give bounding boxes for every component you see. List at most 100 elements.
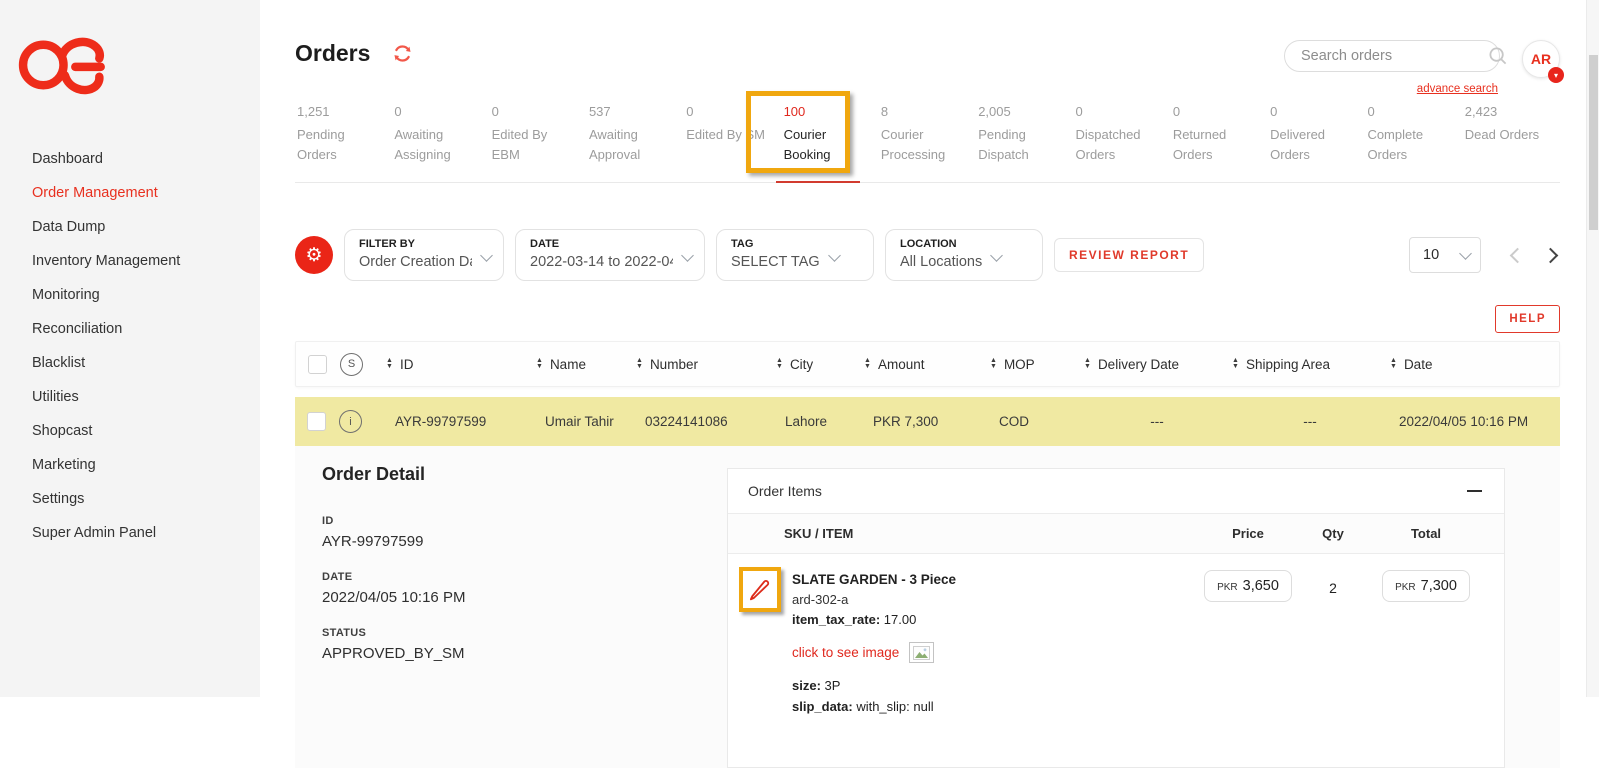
column-header-mop[interactable]: MOP	[1004, 357, 1035, 372]
sidebar-item-monitoring[interactable]: Monitoring	[0, 278, 260, 312]
location-dropdown[interactable]: LOCATION All Locations	[885, 229, 1043, 281]
sidebar-item-blacklist[interactable]: Blacklist	[0, 346, 260, 380]
edit-pencil-icon[interactable]	[746, 576, 772, 607]
tag-dropdown[interactable]: TAG SELECT TAG	[716, 229, 874, 281]
order-items-title: Order Items	[748, 483, 822, 499]
topbar: Orders	[295, 40, 1560, 78]
collapse-minus-icon[interactable]	[1467, 490, 1482, 493]
tab-pending-dispatch[interactable]: 2,005 Pending Dispatch	[976, 96, 1073, 182]
currency-label: PKR	[1217, 582, 1238, 593]
filter-by-dropdown[interactable]: FILTER BY Order Creation Da	[344, 229, 504, 281]
tab-delivered-orders[interactable]: 0 Delivered Orders	[1268, 96, 1365, 182]
order-items-header: SKU / ITEM Price Qty Total	[728, 514, 1504, 554]
click-to-see-image-link[interactable]: click to see image	[792, 645, 899, 660]
field-label: STATUS	[322, 627, 727, 639]
sidebar-item-reconciliation[interactable]: Reconciliation	[0, 312, 260, 346]
date-range-dropdown[interactable]: DATE 2022-03-14 to 2022-04-12	[515, 229, 705, 281]
cell-city: Lahore	[775, 414, 863, 429]
sort-icon[interactable]: ▲▼	[386, 358, 393, 370]
sort-icon[interactable]: ▲▼	[1232, 358, 1239, 370]
chevron-down-icon	[990, 249, 1003, 262]
field-label: ID	[322, 515, 727, 527]
tab-courier-booking[interactable]: 100 Courier Booking	[782, 96, 879, 182]
refresh-icon[interactable]	[392, 43, 413, 69]
tab-dead-orders[interactable]: 2,423 Dead Orders	[1463, 96, 1560, 182]
sort-icon[interactable]: ▲▼	[1084, 358, 1091, 370]
sort-icon[interactable]: ▲▼	[536, 358, 543, 370]
sidebar-item-marketing[interactable]: Marketing	[0, 448, 260, 482]
column-header-shipping-area[interactable]: Shipping Area	[1246, 357, 1330, 372]
sidebar-item-settings[interactable]: Settings	[0, 482, 260, 516]
sort-icon[interactable]: ▲▼	[1390, 358, 1397, 370]
sidebar-item-order-management[interactable]: Order Management	[0, 176, 260, 210]
tab-courier-processing[interactable]: 8 Courier Processing	[879, 96, 976, 182]
tab-edited-by-ebm[interactable]: 0 Edited By EBM	[490, 96, 587, 182]
search-input[interactable]	[1301, 48, 1488, 64]
column-header-delivery-date[interactable]: Delivery Date	[1098, 357, 1179, 372]
tab-label: Edited By SM	[686, 125, 768, 145]
review-report-button[interactable]: REVIEW REPORT	[1054, 238, 1204, 272]
info-icon[interactable]: i	[339, 410, 362, 433]
item-price: PKR 3,650	[1204, 570, 1292, 602]
column-header-name[interactable]: Name	[550, 357, 586, 372]
status-tabs: 1,251 Pending Orders 0 Awaiting Assignin…	[295, 96, 1560, 183]
sidebar-item-shopcast[interactable]: Shopcast	[0, 414, 260, 448]
pagination	[1512, 250, 1556, 261]
cell-name: Umair Tahir	[535, 414, 635, 429]
filter-label: FILTER BY	[359, 238, 472, 250]
tab-awaiting-approval[interactable]: 537 Awaiting Approval	[587, 96, 684, 182]
select-all-checkbox[interactable]	[308, 355, 327, 374]
scrollbar-thumb[interactable]	[1589, 55, 1598, 230]
advance-search-link[interactable]: advance search	[1417, 83, 1498, 95]
sidebar-item-utilities[interactable]: Utilities	[0, 380, 260, 414]
tab-count: 8	[881, 104, 972, 119]
prev-page-icon[interactable]	[1510, 247, 1526, 263]
gear-icon[interactable]: ⚙	[295, 236, 333, 274]
item-sku: ard-302-a	[792, 592, 1192, 607]
tab-label: Delivered Orders	[1270, 125, 1352, 164]
tab-returned-orders[interactable]: 0 Returned Orders	[1171, 96, 1268, 182]
sidebar-item-data-dump[interactable]: Data Dump	[0, 210, 260, 244]
row-checkbox[interactable]	[307, 412, 326, 431]
sidebar-item-inventory-management[interactable]: Inventory Management	[0, 244, 260, 278]
image-icon[interactable]	[909, 642, 934, 663]
tab-pending-orders[interactable]: 1,251 Pending Orders	[295, 96, 392, 182]
page-size-value: 10	[1423, 247, 1439, 263]
vertical-scrollbar[interactable]	[1586, 0, 1599, 697]
tab-count: 0	[1367, 104, 1458, 119]
chevron-down-icon	[828, 249, 841, 262]
column-header-number[interactable]: Number	[650, 357, 698, 372]
column-header-amount[interactable]: Amount	[878, 357, 925, 372]
item-slip-label: slip_data:	[792, 699, 853, 714]
search-icon[interactable]	[1488, 46, 1508, 66]
tab-complete-orders[interactable]: 0 Complete Orders	[1365, 96, 1462, 182]
sort-icon[interactable]: ▲▼	[864, 358, 871, 370]
item-qty: 2	[1329, 568, 1337, 596]
tab-label: Dead Orders	[1465, 125, 1547, 145]
cell-mop: COD	[989, 414, 1083, 429]
item-size-label: size:	[792, 678, 821, 693]
sidebar-item-dashboard[interactable]: Dashboard	[0, 142, 260, 176]
filter-value: 2022-03-14 to 2022-04-12	[530, 254, 673, 270]
help-row: HELP	[295, 305, 1560, 333]
cell-delivery-date: ---	[1083, 414, 1231, 429]
tab-count: 2,423	[1465, 104, 1556, 119]
help-button[interactable]: HELP	[1495, 305, 1560, 333]
column-header-date[interactable]: Date	[1404, 357, 1433, 372]
column-header-qty: Qty	[1304, 526, 1362, 541]
tab-awaiting-assigning[interactable]: 0 Awaiting Assigning	[392, 96, 489, 182]
avatar[interactable]: AR ▾	[1522, 40, 1560, 78]
next-page-icon[interactable]	[1543, 247, 1559, 263]
table-row[interactable]: i AYR-99797599 Umair Tahir 03224141086 L…	[295, 397, 1560, 446]
column-header-city[interactable]: City	[790, 357, 813, 372]
item-slip-value: with_slip: null	[856, 699, 933, 714]
tab-edited-by-sm[interactable]: 0 Edited By SM	[684, 96, 781, 182]
chevron-down-icon: ▾	[1548, 67, 1564, 83]
sort-icon[interactable]: ▲▼	[990, 358, 997, 370]
column-header-id[interactable]: ID	[400, 357, 414, 372]
sidebar-item-super-admin-panel[interactable]: Super Admin Panel	[0, 516, 260, 550]
tab-dispatched-orders[interactable]: 0 Dispatched Orders	[1074, 96, 1171, 182]
page-size-select[interactable]: 10	[1409, 237, 1481, 273]
sort-icon[interactable]: ▲▼	[776, 358, 783, 370]
sort-icon[interactable]: ▲▼	[636, 358, 643, 370]
